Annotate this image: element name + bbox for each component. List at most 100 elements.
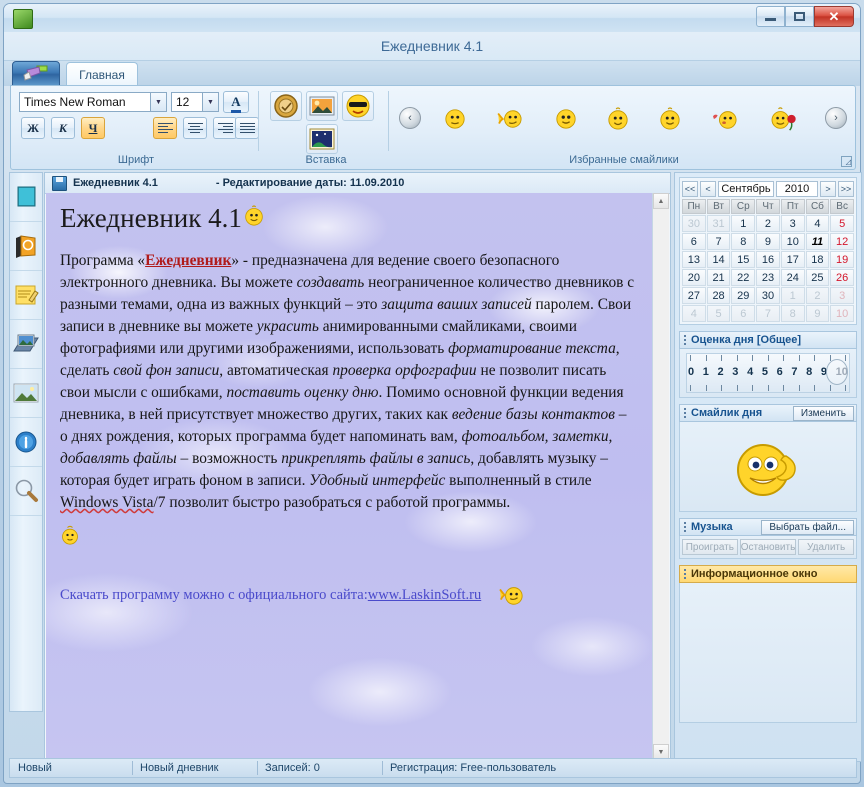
music-stop-button[interactable]: Остановить — [739, 539, 797, 555]
calendar-day[interactable]: 31 — [706, 215, 731, 232]
calendar-day[interactable]: 15 — [731, 251, 756, 268]
calendar-day[interactable]: 2 — [805, 287, 830, 304]
smiley-happy-icon[interactable] — [555, 108, 577, 130]
calendar-day[interactable]: 3 — [830, 287, 854, 304]
save-icon[interactable] — [52, 175, 67, 191]
insert-smiley-button[interactable] — [342, 91, 374, 121]
calendar-day[interactable]: 5 — [830, 215, 854, 232]
smiley-plain-icon[interactable] — [444, 108, 466, 130]
smiley-smile-icon[interactable] — [659, 107, 681, 131]
music-play-button[interactable]: Проиграть — [682, 539, 738, 555]
smileys-next-button[interactable]: › — [825, 107, 847, 129]
calendar-day[interactable]: 10 — [830, 305, 854, 322]
calendar-prev-year-button[interactable]: << — [682, 180, 698, 197]
minimize-button[interactable] — [756, 6, 785, 27]
calendar-day[interactable]: 5 — [706, 305, 731, 322]
calendar-day[interactable]: 8 — [731, 233, 756, 250]
calendar-day[interactable]: 7 — [756, 305, 780, 322]
insert-background-button[interactable] — [306, 124, 338, 154]
underline-button[interactable]: Ч — [81, 117, 105, 139]
slider-value[interactable]: 6 — [777, 366, 783, 378]
calendar-day[interactable]: 28 — [706, 287, 731, 304]
calendar-month-value[interactable]: Сентябрь — [718, 180, 774, 197]
music-choose-file-button[interactable]: Выбрать файл... — [761, 520, 854, 535]
calendar-day[interactable]: 24 — [780, 269, 805, 286]
calendar-next-month-button[interactable]: > — [820, 180, 836, 197]
calendar-day[interactable]: 18 — [805, 251, 830, 268]
calendar-next-year-button[interactable]: >> — [838, 180, 854, 197]
slider-value[interactable]: 3 — [732, 366, 738, 378]
slider-value[interactable]: 0 — [688, 366, 694, 378]
calendar-day[interactable]: 1 — [780, 287, 805, 304]
calendar-day[interactable]: 25 — [805, 269, 830, 286]
calendar-day[interactable]: 9 — [805, 305, 830, 322]
align-right-button[interactable] — [213, 117, 237, 139]
sidebar-item-diary[interactable] — [10, 173, 42, 222]
calendar-day[interactable]: 22 — [731, 269, 756, 286]
calendar-day[interactable]: 17 — [780, 251, 805, 268]
calendar-day[interactable]: 27 — [682, 287, 706, 304]
maximize-button[interactable] — [785, 6, 814, 27]
calendar-day[interactable]: 12 — [830, 233, 854, 250]
calendar-year-value[interactable]: 2010 — [776, 180, 818, 197]
sidebar-item-gallery[interactable] — [10, 369, 42, 418]
calendar-day[interactable]: 10 — [780, 233, 805, 250]
chevron-down-icon[interactable]: ▼ — [202, 93, 218, 111]
document-page[interactable]: Ежедневник 4.1 Программа «Ежедневник» - … — [46, 193, 653, 760]
slider-value[interactable]: 2 — [718, 366, 724, 378]
insert-seal-button[interactable] — [270, 91, 302, 121]
calendar-day[interactable]: 9 — [756, 233, 780, 250]
slider-value[interactable]: 4 — [747, 366, 753, 378]
font-size-combo[interactable]: 12 ▼ — [171, 92, 219, 112]
calendar-day[interactable]: 30 — [682, 215, 706, 232]
scroll-up-button[interactable]: ▲ — [653, 193, 669, 209]
chevron-down-icon[interactable]: ▼ — [150, 93, 166, 111]
calendar-day[interactable]: 21 — [706, 269, 731, 286]
font-name-combo[interactable]: Times New Roman ▼ — [19, 92, 167, 112]
font-color-button[interactable]: A — [223, 91, 249, 113]
calendar-day[interactable]: 20 — [682, 269, 706, 286]
dialog-launcher-icon[interactable]: ◿ — [841, 156, 852, 167]
calendar-day[interactable]: 6 — [731, 305, 756, 322]
calendar-day[interactable]: 14 — [706, 251, 731, 268]
slider-value[interactable]: 8 — [806, 366, 812, 378]
slider-value[interactable]: 5 — [762, 366, 768, 378]
calendar-day[interactable]: 2 — [756, 215, 780, 232]
music-delete-button[interactable]: Удалить — [798, 539, 854, 555]
sidebar-item-notes[interactable] — [10, 271, 42, 320]
align-justify-button[interactable] — [235, 117, 259, 139]
calendar-prev-month-button[interactable]: < — [700, 180, 716, 197]
close-button[interactable]: ✕ — [814, 6, 854, 27]
tab-main[interactable]: Главная — [66, 62, 138, 86]
italic-button[interactable]: К — [51, 117, 75, 139]
calendar-day[interactable]: 3 — [780, 215, 805, 232]
slider-value[interactable]: 1 — [703, 366, 709, 378]
calendar-day[interactable]: 4 — [682, 305, 706, 322]
rating-slider[interactable]: 0 1 2 3 4 5 6 7 8 9 10 — [680, 349, 856, 397]
align-center-button[interactable] — [183, 117, 207, 139]
document-scrollbar[interactable]: ▲ ▼ — [652, 193, 669, 760]
calendar-day[interactable]: 19 — [830, 251, 854, 268]
slider-thumb[interactable] — [826, 359, 848, 385]
sidebar-item-contacts[interactable] — [10, 222, 42, 271]
smiley-grin-icon[interactable] — [607, 107, 629, 131]
calendar-day[interactable]: 8 — [780, 305, 805, 322]
smiley-change-button[interactable]: Изменить — [792, 406, 854, 421]
calendar-day[interactable]: 29 — [731, 287, 756, 304]
calendar-day[interactable]: 23 — [756, 269, 780, 286]
calendar-day[interactable]: 7 — [706, 233, 731, 250]
calendar-day[interactable]: 16 — [756, 251, 780, 268]
smiley-wave-icon[interactable] — [496, 108, 526, 130]
align-left-button[interactable] — [153, 117, 177, 139]
smileys-prev-button[interactable]: ‹ — [399, 107, 421, 129]
calendar-day[interactable]: 11 — [805, 233, 830, 250]
sidebar-item-photoalbum[interactable] — [10, 320, 42, 369]
sidebar-item-info[interactable] — [10, 418, 42, 467]
smiley-rose-icon[interactable] — [770, 106, 800, 132]
calendar-day[interactable]: 6 — [682, 233, 706, 250]
bold-button[interactable]: Ж — [21, 117, 45, 139]
app-menu-button[interactable] — [12, 61, 60, 86]
calendar-day[interactable]: 26 — [830, 269, 854, 286]
calendar-day[interactable]: 4 — [805, 215, 830, 232]
insert-photo-button[interactable] — [306, 91, 338, 121]
